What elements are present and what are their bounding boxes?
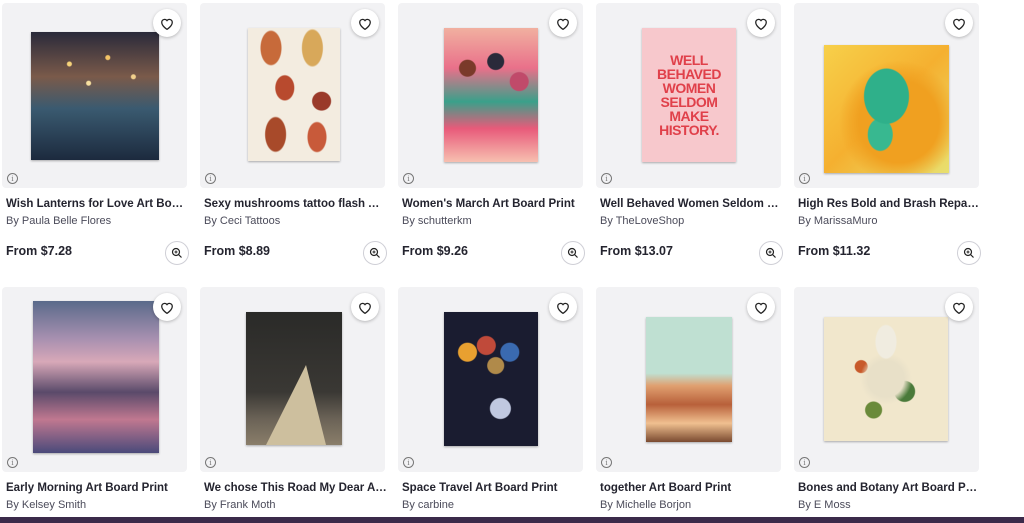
- quick-view-button[interactable]: [561, 241, 585, 265]
- product-thumbnail[interactable]: i: [200, 287, 385, 472]
- info-icon[interactable]: i: [799, 457, 810, 468]
- product-title[interactable]: Women's March Art Board Print: [402, 198, 585, 210]
- product-title[interactable]: High Res Bold and Brash Repaint Art Boar…: [798, 198, 981, 210]
- zoom-in-icon: [765, 247, 776, 258]
- heart-icon: [359, 302, 371, 314]
- quick-view-button[interactable]: [759, 241, 783, 265]
- product-artist[interactable]: By Paula Belle Flores: [6, 215, 189, 227]
- product-thumbnail[interactable]: i: [2, 3, 187, 188]
- info-icon[interactable]: i: [601, 173, 612, 184]
- product-title[interactable]: together Art Board Print: [600, 482, 783, 494]
- product-title[interactable]: Wish Lanterns for Love Art Board Print: [6, 198, 189, 210]
- product-artist[interactable]: By schutterkm: [402, 215, 585, 227]
- product-thumbnail[interactable]: i: [2, 287, 187, 472]
- product-price: From $8.89: [204, 244, 271, 258]
- product-artist[interactable]: By Michelle Borjon: [600, 499, 783, 511]
- artwork-bold-and-brash: [824, 45, 949, 173]
- product-title[interactable]: Sexy mushrooms tattoo flash Art Board Pr…: [204, 198, 387, 210]
- product-title[interactable]: We chose This Road My Dear Art Board Pri…: [204, 482, 387, 494]
- product-thumbnail[interactable]: i: [200, 3, 385, 188]
- heart-icon: [359, 18, 371, 30]
- product-price: From $7.28: [6, 244, 73, 258]
- product-artist[interactable]: By Frank Moth: [204, 499, 387, 511]
- product-price: From $13.07: [600, 244, 673, 258]
- heart-icon: [953, 18, 965, 30]
- artwork-early-morning: [33, 301, 159, 453]
- info-icon[interactable]: i: [205, 457, 216, 468]
- quick-view-button[interactable]: [165, 241, 189, 265]
- favorite-button[interactable]: [549, 293, 577, 321]
- info-icon[interactable]: i: [403, 173, 414, 184]
- artwork-lanterns: [31, 32, 159, 160]
- product-thumbnail[interactable]: i: [794, 3, 979, 188]
- product-price: From $9.26: [402, 244, 469, 258]
- product-title[interactable]: Well Behaved Women Seldom Make History A…: [600, 198, 783, 210]
- heart-icon: [161, 302, 173, 314]
- product-title[interactable]: Early Morning Art Board Print: [6, 482, 189, 494]
- artwork-bones-and-botany: [824, 317, 948, 441]
- favorite-button[interactable]: [945, 9, 973, 37]
- zoom-in-icon: [567, 247, 578, 258]
- heart-icon: [953, 302, 965, 314]
- favorite-button[interactable]: [747, 293, 775, 321]
- quick-view-button[interactable]: [957, 241, 981, 265]
- zoom-in-icon: [171, 247, 182, 258]
- heart-icon: [557, 18, 569, 30]
- favorite-button[interactable]: [351, 9, 379, 37]
- info-icon[interactable]: i: [799, 173, 810, 184]
- quick-view-button[interactable]: [363, 241, 387, 265]
- product-thumbnail[interactable]: i: [398, 287, 583, 472]
- product-artist[interactable]: By E Moss: [798, 499, 981, 511]
- artwork-womens-march: [444, 28, 538, 162]
- artwork-we-chose-this-road: [246, 312, 342, 445]
- product-thumbnail[interactable]: i: [794, 287, 979, 472]
- product-price: From $11.32: [798, 244, 871, 258]
- artwork-space-travel: [444, 312, 538, 446]
- info-icon[interactable]: i: [7, 457, 18, 468]
- bottom-edge-bar: [0, 517, 1024, 523]
- favorite-button[interactable]: [351, 293, 379, 321]
- favorite-button[interactable]: [549, 9, 577, 37]
- favorite-button[interactable]: [747, 9, 775, 37]
- product-thumbnail[interactable]: WELL BEHAVED WOMEN SELDOM MAKE HISTORY. …: [596, 3, 781, 188]
- info-icon[interactable]: i: [403, 457, 414, 468]
- artwork-mushrooms: [248, 28, 340, 161]
- heart-icon: [557, 302, 569, 314]
- product-thumbnail[interactable]: i: [398, 3, 583, 188]
- heart-icon: [755, 18, 767, 30]
- info-icon[interactable]: i: [601, 457, 612, 468]
- info-icon[interactable]: i: [7, 173, 18, 184]
- heart-icon: [755, 302, 767, 314]
- product-artist[interactable]: By TheLoveShop: [600, 215, 783, 227]
- product-thumbnail[interactable]: i: [596, 287, 781, 472]
- zoom-in-icon: [369, 247, 380, 258]
- product-artist[interactable]: By Ceci Tattoos: [204, 215, 387, 227]
- product-grid: i Wish Lanterns for Love Art Board Print…: [0, 0, 1024, 523]
- favorite-button[interactable]: [153, 293, 181, 321]
- favorite-button[interactable]: [945, 293, 973, 321]
- zoom-in-icon: [963, 247, 974, 258]
- favorite-button[interactable]: [153, 9, 181, 37]
- product-title[interactable]: Space Travel Art Board Print: [402, 482, 585, 494]
- artwork-together: [646, 317, 732, 442]
- product-artist[interactable]: By MarissaMuro: [798, 215, 981, 227]
- product-title[interactable]: Bones and Botany Art Board Print: [798, 482, 981, 494]
- heart-icon: [161, 18, 173, 30]
- artwork-text: WELL BEHAVED WOMEN SELDOM MAKE HISTORY.: [657, 52, 721, 138]
- artwork-road: [266, 365, 326, 445]
- product-artist[interactable]: By Kelsey Smith: [6, 499, 189, 511]
- info-icon[interactable]: i: [205, 173, 216, 184]
- product-artist[interactable]: By carbine: [402, 499, 585, 511]
- artwork-well-behaved-women: WELL BEHAVED WOMEN SELDOM MAKE HISTORY.: [642, 28, 736, 162]
